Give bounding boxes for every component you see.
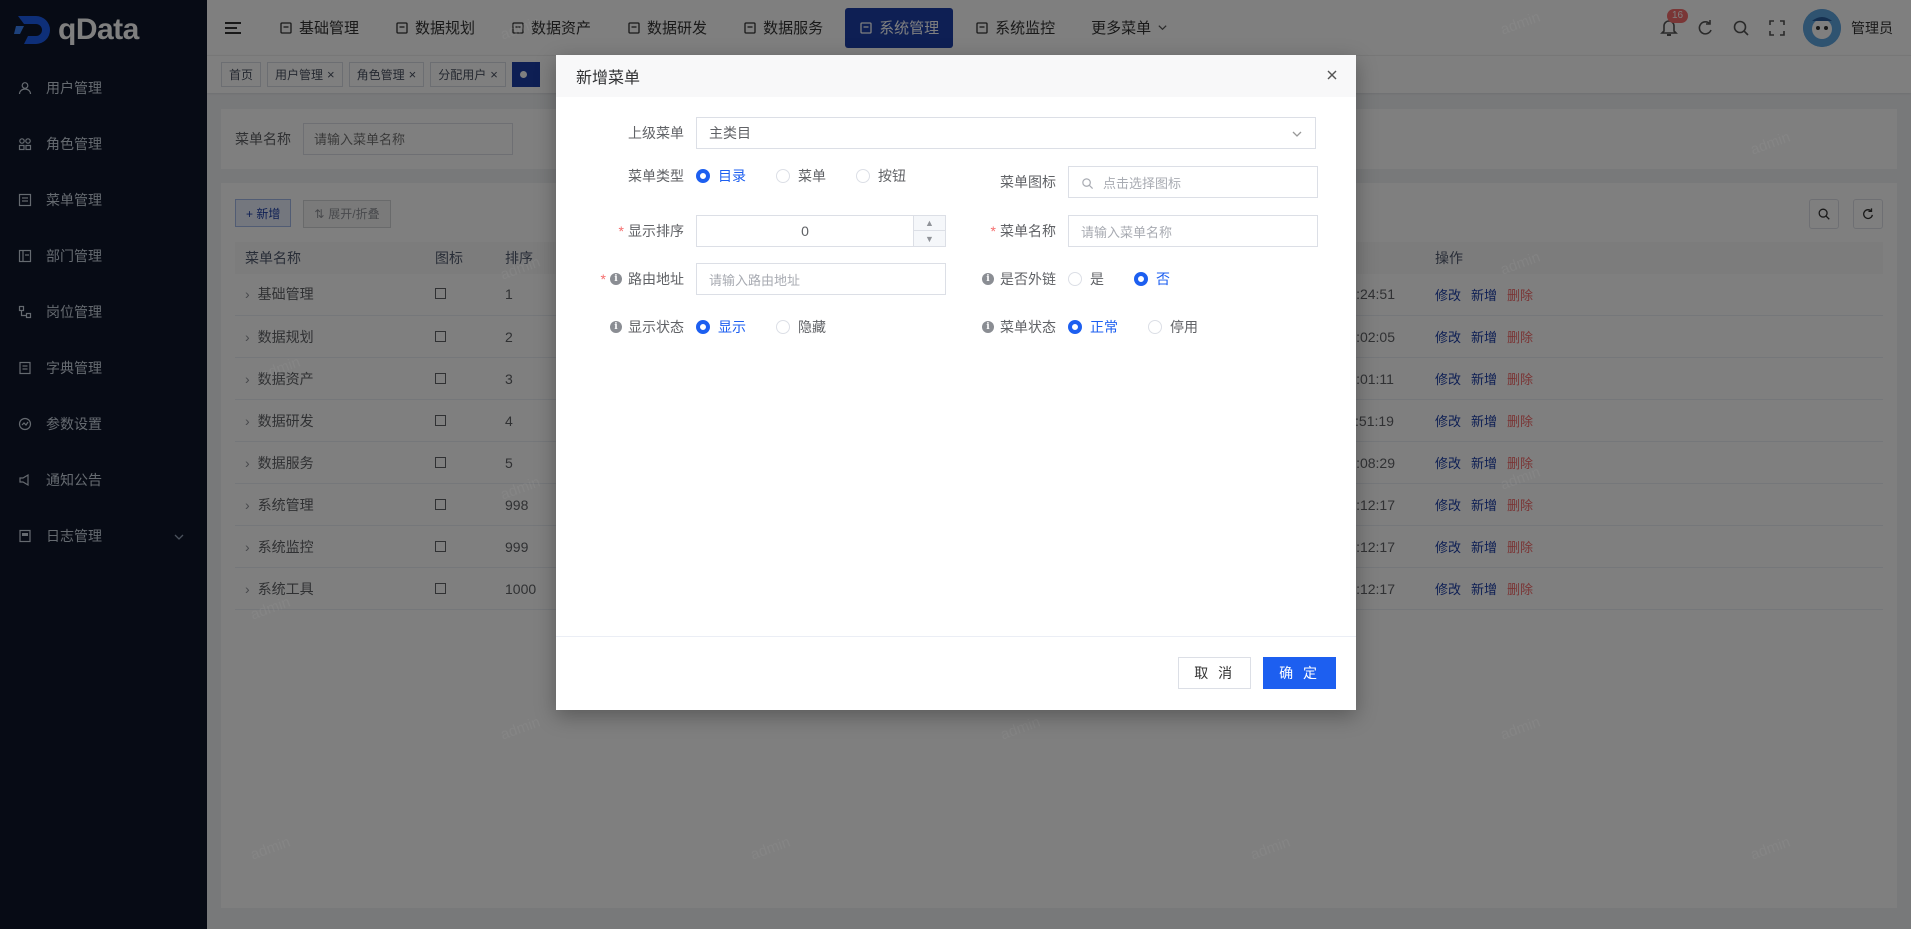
stepper-controls: ▲ ▼ (913, 216, 945, 246)
route-path-row: * i 路由地址 请输入路由地址 (556, 263, 946, 295)
search-icon (1082, 178, 1094, 190)
dialog-title: 新增菜单 (576, 70, 641, 87)
radio-circle (856, 169, 870, 183)
decrement-icon[interactable]: ▼ (914, 231, 945, 246)
radio-label: 显示 (718, 319, 746, 335)
menu-name-label-text: 菜单名称 (1000, 223, 1056, 239)
close-icon[interactable] (1324, 67, 1340, 83)
radio-circle (776, 169, 790, 183)
parent-menu-select[interactable]: 主类目 (696, 117, 1316, 149)
radio-circle (1068, 320, 1082, 334)
add-menu-dialog: 新增菜单 上级菜单 主类目 菜单类型 目录 菜单 按钮 菜单图标 点击选择图标 * 显… (556, 55, 1356, 710)
menu-type-radio-group: 目录 菜单 按钮 (696, 166, 946, 186)
menu-type-label: 菜单类型 (628, 168, 684, 184)
required-mark: * (990, 223, 996, 239)
radio-option[interactable]: 显示 (696, 317, 746, 337)
radio-circle (1068, 272, 1082, 286)
info-icon[interactable]: i (610, 273, 622, 285)
visible-status-row: i 显示状态 显示 隐藏 (556, 311, 856, 343)
info-icon[interactable]: i (610, 321, 622, 333)
radio-label: 否 (1156, 271, 1170, 287)
menu-status-row: i 菜单状态 正常 停用 (956, 311, 1228, 343)
display-order-label: * 显示排序 (556, 221, 684, 241)
radio-option[interactable]: 目录 (696, 166, 746, 186)
display-order-row: * 显示排序 0 ▲ ▼ (556, 215, 946, 247)
menu-name-row: * 菜单名称 请输入菜单名称 (956, 215, 1318, 247)
menu-icon-placeholder: 点击选择图标 (1103, 175, 1182, 191)
menu-type-row: 菜单类型 目录 菜单 按钮 (556, 166, 946, 186)
cancel-button[interactable]: 取 消 (1178, 657, 1252, 689)
radio-label: 停用 (1170, 319, 1198, 335)
parent-menu-value: 主类目 (709, 125, 751, 141)
radio-option[interactable]: 否 (1134, 269, 1170, 289)
radio-label: 按钮 (878, 168, 906, 184)
parent-menu-row: 上级菜单 主类目 (556, 117, 1316, 149)
info-icon[interactable]: i (982, 321, 994, 333)
menu-name-input[interactable]: 请输入菜单名称 (1068, 215, 1318, 247)
chevron-down-icon (1292, 131, 1302, 137)
route-path-input[interactable]: 请输入路由地址 (696, 263, 946, 295)
radio-option[interactable]: 正常 (1068, 317, 1118, 337)
display-order-value: 0 (801, 223, 809, 239)
dialog-header: 新增菜单 (556, 55, 1356, 97)
visible-status-label: i 显示状态 (556, 317, 684, 337)
radio-label: 菜单 (798, 168, 826, 184)
radio-label: 目录 (718, 168, 746, 184)
menu-status-label: i 菜单状态 (956, 317, 1056, 337)
display-order-stepper[interactable]: 0 ▲ ▼ (696, 215, 946, 247)
external-link-label: i 是否外链 (956, 269, 1056, 289)
route-path-label: * i 路由地址 (556, 269, 684, 289)
radio-circle (1148, 320, 1162, 334)
info-icon[interactable]: i (982, 273, 994, 285)
display-order-label-text: 显示排序 (628, 223, 684, 239)
radio-option[interactable]: 停用 (1148, 317, 1198, 337)
dialog-footer: 取 消 确 定 (556, 637, 1356, 709)
radio-label: 正常 (1090, 319, 1118, 335)
required-mark: * (618, 223, 624, 239)
route-path-label-text: 路由地址 (628, 271, 684, 287)
radio-option[interactable]: 隐藏 (776, 317, 826, 337)
increment-icon[interactable]: ▲ (914, 216, 945, 231)
visible-status-label-text: 显示状态 (628, 319, 684, 335)
confirm-button[interactable]: 确 定 (1263, 657, 1336, 689)
menu-icon-row: 菜单图标 点击选择图标 (956, 166, 1318, 198)
radio-option[interactable]: 按钮 (856, 166, 906, 186)
radio-circle (696, 320, 710, 334)
radio-label: 隐藏 (798, 319, 826, 335)
menu-status-radio-group: 正常 停用 (1068, 311, 1228, 343)
menu-icon-label: 菜单图标 (1000, 174, 1056, 190)
external-link-radio-group: 是否 (1068, 263, 1200, 295)
menu-status-label-text: 菜单状态 (1000, 319, 1056, 335)
menu-name-label: * 菜单名称 (956, 221, 1056, 241)
radio-circle (696, 169, 710, 183)
dialog-body: 上级菜单 主类目 菜单类型 目录 菜单 按钮 菜单图标 点击选择图标 * 显示排序 0 (556, 97, 1356, 637)
radio-circle (1134, 272, 1148, 286)
route-path-placeholder: 请输入路由地址 (709, 272, 801, 288)
parent-menu-label: 上级菜单 (628, 125, 684, 141)
visible-status-radio-group: 显示 隐藏 (696, 311, 856, 343)
external-link-label-text: 是否外链 (1000, 271, 1056, 287)
radio-option[interactable]: 菜单 (776, 166, 826, 186)
radio-circle (776, 320, 790, 334)
external-link-row: i 是否外链 是否 (956, 263, 1200, 295)
radio-label: 是 (1090, 271, 1104, 287)
menu-icon-input[interactable]: 点击选择图标 (1068, 166, 1318, 198)
menu-name-placeholder: 请输入菜单名称 (1081, 224, 1173, 240)
required-mark: * (600, 271, 606, 287)
radio-option[interactable]: 是 (1068, 269, 1104, 289)
